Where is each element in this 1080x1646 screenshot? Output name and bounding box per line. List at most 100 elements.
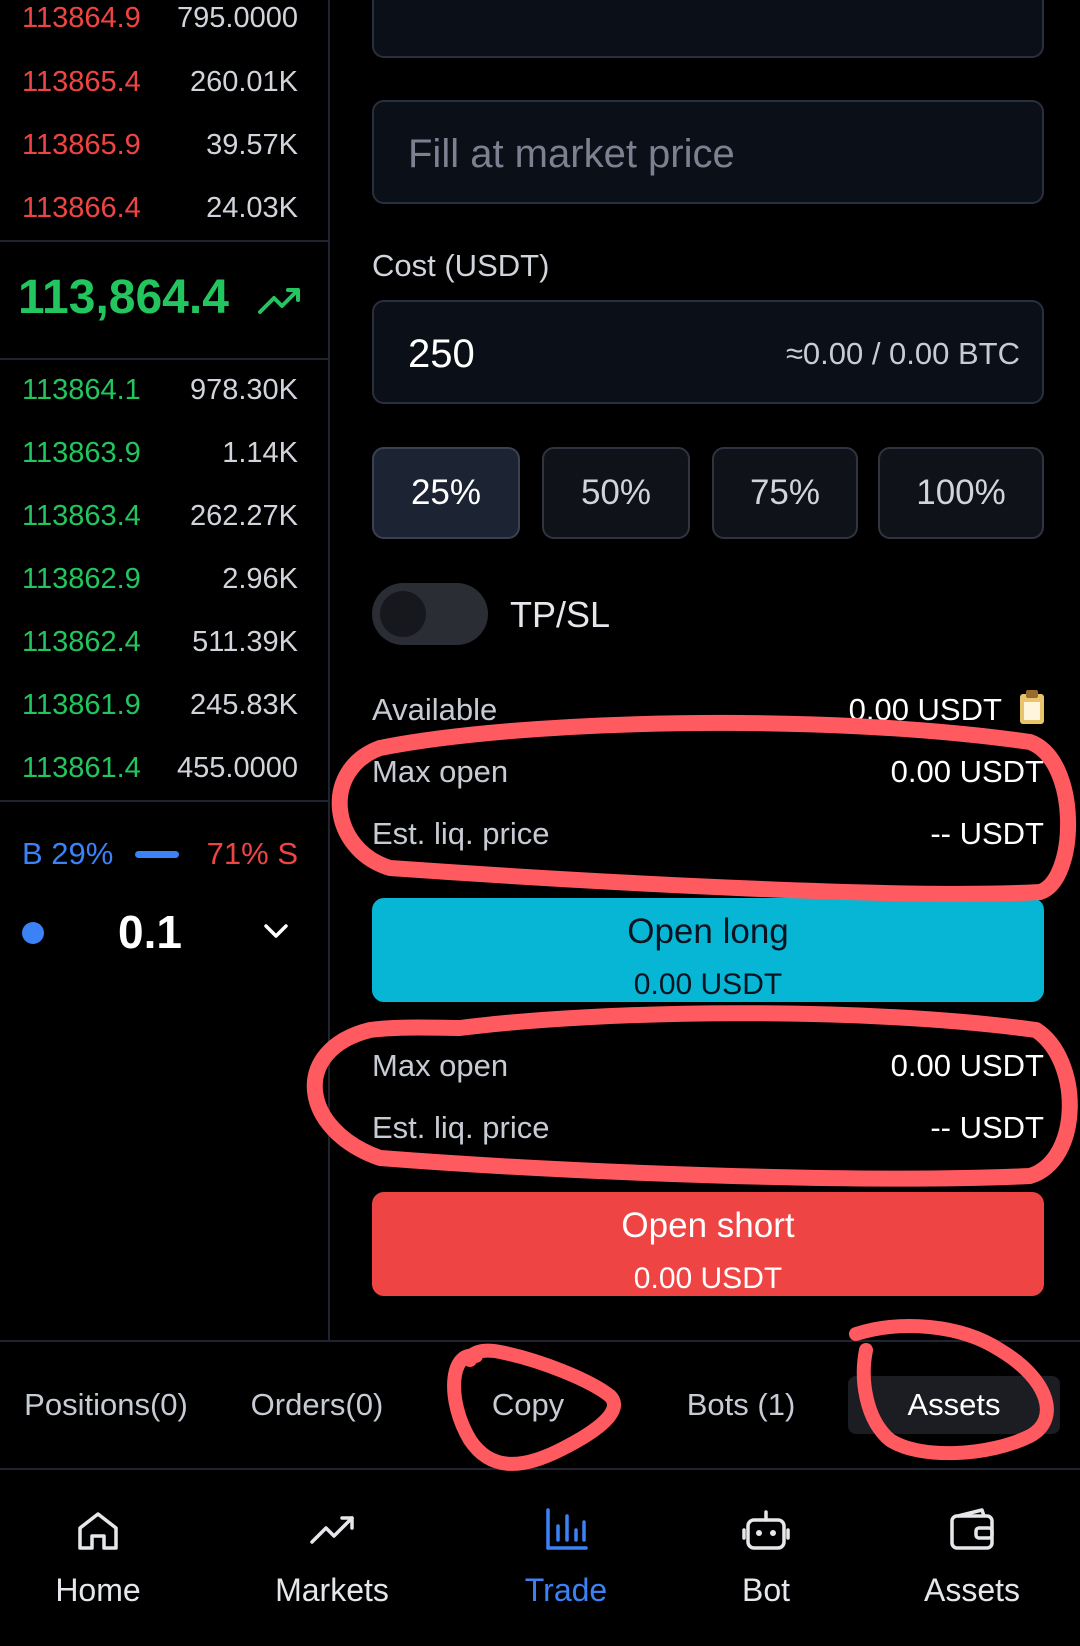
depth-mode-dot[interactable] [22,922,44,944]
tab-orders[interactable]: Orders(0) [232,1376,402,1434]
available-row: Available 0.00 USDT [372,688,1044,732]
ask-row[interactable]: 113865.4 260.01K [22,62,298,102]
annotation-circle-long-info [331,714,1077,902]
bid-row[interactable]: 113864.1 978.30K [22,370,298,410]
tab-assets[interactable]: Assets [848,1376,1060,1434]
open-long-amount: 0.00 USDT [633,968,783,1001]
tab-copy[interactable]: Copy [460,1376,596,1434]
nav-assets[interactable]: Assets [882,1468,1062,1646]
bid-price: 113863.9 [22,436,141,469]
order-type-select[interactable]: Market [372,0,1044,58]
ask-qty: 260.01K [189,65,298,98]
buy-ratio: B 29% [22,836,114,871]
robot-icon [742,1510,790,1550]
nav-bot[interactable]: Bot [676,1468,856,1646]
bid-qty: 511.39K [192,625,298,658]
bid-qty: 262.27K [189,499,298,532]
bid-row[interactable]: 113862.4 511.39K [22,622,298,662]
nav-trade[interactable]: Trade [476,1468,656,1646]
ask-price: 113864.9 [22,1,141,34]
liq-price-value: -- USDT [930,816,1044,851]
bid-qty: 2.96K [222,562,298,595]
buy-sell-ratio: B 29% 71% S [22,834,298,874]
nav-markets-label: Markets [275,1572,389,1608]
open-short-amount: 0.00 USDT [633,1262,783,1295]
nav-home[interactable]: Home [8,1468,188,1646]
tab-bots[interactable]: Bots (1) [672,1376,810,1434]
bid-qty: 1.14K [222,436,298,469]
bid-qty: 978.30K [189,373,298,406]
bid-row[interactable]: 113862.9 2.96K [22,559,298,599]
toggle-knob [380,591,426,637]
short-max-open-row: Max open 0.00 USDT [372,1044,1044,1088]
max-open-label: Max open [372,1048,509,1083]
long-liq-row: Est. liq. price -- USDT [372,812,1044,856]
divider [0,800,328,802]
open-short-button[interactable]: Open short 0.00 USDT [372,1192,1044,1296]
nav-markets[interactable]: Markets [242,1468,422,1646]
bid-row[interactable]: 113861.9 245.83K [22,685,298,725]
ask-row[interactable]: 113864.9 795.0000 [22,0,298,38]
nav-home-label: Home [55,1572,141,1608]
annotation-circle-short-info [307,1005,1078,1187]
home-icon [78,1512,118,1550]
ask-row[interactable]: 113866.4 24.03K [22,188,298,228]
ask-qty: 795.0000 [177,1,298,34]
available-value: 0.00 USDT [848,692,1002,727]
bid-price: 113862.4 [22,625,141,658]
ask-qty: 39.57K [206,128,298,161]
available-label: Available [372,692,498,727]
max-open-label: Max open [372,754,509,789]
bid-row[interactable]: 113863.9 1.14K [22,433,298,473]
clipboard-icon[interactable] [1020,690,1044,724]
long-max-open-row: Max open 0.00 USDT [372,750,1044,794]
nav-assets-label: Assets [923,1572,1021,1608]
divider [0,358,328,360]
liq-price-value: -- USDT [930,1110,1044,1145]
trending-up-icon [258,288,300,314]
wallet-icon [950,1508,994,1550]
chevron-down-icon[interactable] [262,922,290,942]
order-type-label: Market [450,0,572,1]
bar-chart-icon [546,1508,588,1550]
precision-value[interactable]: 0.1 [118,905,182,959]
cost-input[interactable]: 250 ≈0.00 / 0.00 BTC [372,300,1044,404]
trending-up-icon [310,1516,354,1544]
sell-ratio: 71% S [206,836,298,871]
ask-price: 113866.4 [22,191,141,224]
ask-price: 113865.9 [22,128,141,161]
open-long-label: Open long [627,912,789,951]
short-liq-row: Est. liq. price -- USDT [372,1106,1044,1150]
last-price: 113,864.4 [18,271,229,324]
liq-price-label: Est. liq. price [372,816,550,851]
tpsl-toggle[interactable] [372,583,488,645]
tab-positions[interactable]: Positions(0) [14,1376,198,1434]
max-open-value: 0.00 USDT [890,754,1044,789]
divider [0,240,328,242]
bid-row[interactable]: 113861.4 455.0000 [22,748,298,788]
ask-row[interactable]: 113865.9 39.57K [22,125,298,165]
bid-price: 113863.4 [22,499,141,532]
tpsl-label: TP/SL [510,594,611,635]
bottom-nav: Home Markets Trade Bot Assets [0,1468,1080,1646]
bid-price: 113861.4 [22,751,141,784]
percent-50-button[interactable]: 50% [542,447,690,539]
bid-price: 113861.9 [22,688,141,721]
price-field[interactable]: Fill at market price [372,100,1044,204]
cost-hint: ≈0.00 / 0.00 BTC [785,336,1020,371]
ask-qty: 24.03K [206,191,298,224]
max-open-value: 0.00 USDT [890,1048,1044,1083]
open-long-button[interactable]: Open long 0.00 USDT [372,898,1044,1002]
percent-75-button[interactable]: 75% [712,447,858,539]
bid-qty: 245.83K [189,688,298,721]
order-book: 113864.9 795.0000 113865.4 260.01K 11386… [0,0,330,1340]
available-value-wrap: 0.00 USDT [848,690,1044,728]
tab-bar: Positions(0) Orders(0) Copy Bots (1) Ass… [0,1340,1080,1470]
open-short-label: Open short [621,1206,795,1245]
bid-qty: 455.0000 [177,751,298,784]
percent-25-button[interactable]: 25% [372,447,520,539]
percent-100-button[interactable]: 100% [878,447,1044,539]
bid-price: 113862.9 [22,562,141,595]
cost-value: 250 [408,332,475,376]
bid-row[interactable]: 113863.4 262.27K [22,496,298,536]
